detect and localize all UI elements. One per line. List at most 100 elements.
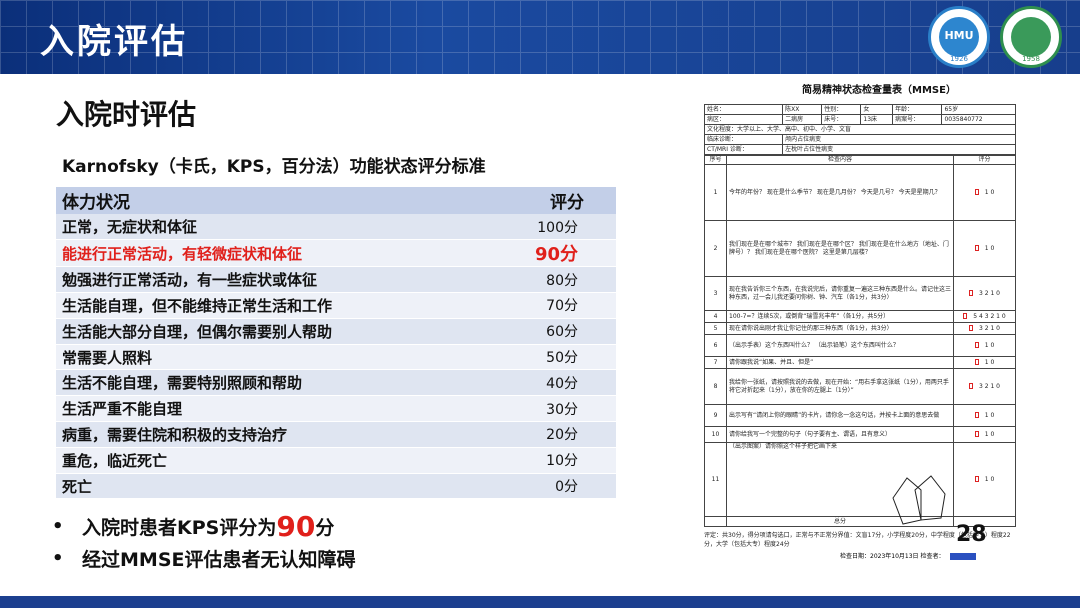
kps-summary-text: 入院时患者KPS评分为 bbox=[82, 516, 277, 539]
kps-score: 20分 bbox=[481, 421, 616, 448]
field-label: 病区： bbox=[703, 114, 784, 125]
field-label: 性别： bbox=[821, 104, 862, 115]
table-row: 重危，临近死亡 10分 bbox=[56, 447, 616, 474]
kps-col-score: 评分 bbox=[481, 187, 616, 214]
table-row: 常需要人照料 50分 bbox=[56, 344, 616, 371]
col-header: 评分 bbox=[953, 155, 1016, 165]
kps-score: 60分 bbox=[481, 318, 616, 345]
kps-header-row: 体力状况 评分 bbox=[56, 187, 616, 214]
item-content: 100-7=？连续5次，或倒背“瑞雪兆丰年”（各1分，共5分） bbox=[726, 310, 954, 323]
item-no: 9 bbox=[704, 404, 727, 427]
field-value: 二病房 bbox=[782, 114, 823, 125]
table-row: 死亡 0分 bbox=[56, 473, 616, 500]
kps-score: 10分 bbox=[481, 447, 616, 474]
header-banner: 入院评估 HMU 1926 1958 bbox=[0, 0, 1080, 74]
field-value: 女 bbox=[860, 104, 894, 115]
logo-year: 1958 bbox=[1022, 55, 1040, 63]
item-no: 11 bbox=[704, 442, 727, 517]
kps-status: 病重，需要住院和积极的支持治疗 bbox=[56, 421, 482, 448]
kps-status: 正常，无症状和体征 bbox=[56, 214, 482, 241]
section-title: 入院时评估 bbox=[56, 98, 197, 131]
item-no: 3 bbox=[704, 276, 727, 311]
table-row: 生活不能自理，需要特别照顾和帮助 40分 bbox=[56, 369, 616, 397]
field-value: 65岁 bbox=[941, 104, 1016, 115]
table-row-highlighted: 能进行正常活动，有轻微症状和体征 90分 bbox=[56, 239, 616, 268]
item-score: 1 0 bbox=[984, 430, 995, 438]
kps-caption: Karnofsky（卡氏，KPS，百分法）功能状态评分标准 bbox=[62, 157, 486, 177]
kps-score: 0分 bbox=[481, 473, 616, 500]
page-title: 入院评估 bbox=[40, 22, 188, 62]
checkbox-icon bbox=[974, 245, 979, 251]
field-label: 姓名： bbox=[703, 104, 784, 115]
col-header: 序号 bbox=[704, 155, 727, 165]
kps-status: 常需要人照料 bbox=[56, 344, 482, 371]
field-value: 13床 bbox=[860, 114, 894, 125]
kps-table: 体力状况 评分 正常，无症状和体征 100分 能进行正常活动，有轻微症状和体征 90… bbox=[56, 187, 616, 500]
item-content: 我给你一张纸，请按照我说的去做，现在开始：“用右手拿这张纸（1分），用两只手将它… bbox=[726, 368, 954, 405]
kps-score: 100分 bbox=[481, 214, 616, 241]
list-item: • 入院时患者KPS评分为 90 分 bbox=[52, 509, 355, 543]
examiner-label: 检查者： bbox=[920, 553, 945, 560]
mmse-items-table: 序号 检查内容 评分 1 今年的年份？ 现在是什么季节？ 现在是几月份？ 今天是几… bbox=[704, 155, 1016, 527]
field-value: 0035840772 bbox=[941, 114, 1016, 125]
field-label: 临床诊断： bbox=[703, 134, 784, 145]
field-label: 病案号： bbox=[892, 114, 943, 125]
item-content: （出示手表）这个东西叫什么？ （出示铅笔）这个东西叫什么？ bbox=[726, 334, 954, 357]
education-field: 文化程度：大学以上、大学、高中、初中、小学、文盲 bbox=[704, 124, 1016, 135]
pentagon-drawing-icon bbox=[892, 475, 946, 525]
item-content: 现在我告诉你三个东西，在我说完后，请你重复一遍这三种东西是什么。请记住这三种东西… bbox=[726, 276, 954, 311]
university-logo: HMU 1926 bbox=[928, 6, 990, 68]
item-content: 出示写有“请闭上你的眼睛”的卡片，请你念一念这句话，并按卡上面的意思去做 bbox=[726, 404, 954, 427]
signature-stamp bbox=[950, 553, 977, 560]
table-row: 病重，需要住院和积极的支持治疗 20分 bbox=[56, 421, 616, 448]
kps-status: 能进行正常活动，有轻微症状和体征 bbox=[56, 239, 482, 268]
item-score: 1 0 bbox=[984, 475, 995, 483]
item-no: 8 bbox=[704, 368, 727, 405]
checkbox-icon bbox=[974, 189, 979, 195]
mmse-form-image: 简易精神状态检查量表（MMSE） 姓名： 陈XX 性别： 女 年龄： 65岁 病… bbox=[700, 80, 1018, 588]
mmse-summary-text: 经过MMSE评估患者无认知障碍 bbox=[82, 548, 356, 571]
logo-text: HMU bbox=[944, 29, 974, 42]
table-row: 生活严重不能自理 30分 bbox=[56, 395, 616, 423]
kps-status: 勉强进行正常活动，有一些症状或体征 bbox=[56, 266, 482, 294]
checkbox-icon bbox=[974, 359, 979, 365]
col-header: 检查内容 bbox=[726, 155, 954, 165]
item-score: 1 0 bbox=[984, 341, 995, 349]
table-row: 正常，无症状和体征 100分 bbox=[56, 214, 616, 241]
kps-score: 90分 bbox=[481, 239, 616, 268]
item-score: 1 0 bbox=[984, 358, 995, 366]
item-content: 现在请你说出刚才我让你记住的那三种东西（各1分，共3分） bbox=[726, 322, 954, 335]
item-no: 6 bbox=[704, 334, 727, 357]
kps-status: 生活严重不能自理 bbox=[56, 395, 482, 423]
checkbox-icon bbox=[974, 431, 979, 437]
item-score: 3 2 1 0 bbox=[979, 289, 1000, 297]
item-no: 7 bbox=[704, 356, 727, 369]
checkbox-icon bbox=[969, 290, 973, 296]
kps-score: 40分 bbox=[481, 369, 616, 397]
field-label: CT/MRI 诊断： bbox=[703, 144, 784, 155]
footer-band bbox=[0, 596, 1080, 608]
item-content: 我们现在是在哪个城市？ 我们现在是在哪个区？ 我们现在是在什么地方（地址、门牌号… bbox=[726, 220, 954, 277]
logo-emblem bbox=[1011, 17, 1051, 57]
kps-status: 死亡 bbox=[56, 473, 482, 500]
item-score: 3 2 1 0 bbox=[979, 324, 1000, 332]
checkbox-icon bbox=[974, 476, 979, 482]
kps-score: 30分 bbox=[481, 395, 616, 423]
table-row: 生活能自理，但不能维持正常生活和工作 70分 bbox=[56, 292, 616, 319]
kps-summary-score: 90 bbox=[276, 509, 316, 543]
item-no: 2 bbox=[704, 220, 727, 277]
kps-status: 重危，临近死亡 bbox=[56, 447, 482, 474]
summary-bullets: • 入院时患者KPS评分为 90 分 • 经过MMSE评估患者无认知障碍 bbox=[52, 510, 355, 574]
mmse-title: 简易精神状态检查量表（MMSE） bbox=[802, 85, 956, 96]
page-number: 28 bbox=[956, 522, 987, 547]
field-value: 陈XX bbox=[782, 104, 823, 115]
item-no: 1 bbox=[704, 164, 727, 221]
kps-score: 70分 bbox=[481, 292, 616, 319]
bullet-icon: • bbox=[52, 515, 64, 537]
table-row: 生活能大部分自理，但偶尔需要别人帮助 60分 bbox=[56, 318, 616, 345]
bullet-icon: • bbox=[52, 547, 64, 569]
checkbox-icon bbox=[974, 342, 979, 348]
kps-status: 生活能大部分自理，但偶尔需要别人帮助 bbox=[56, 318, 482, 345]
field-value: 颅内占位病变 bbox=[782, 134, 1016, 145]
kps-score: 50分 bbox=[481, 344, 616, 371]
